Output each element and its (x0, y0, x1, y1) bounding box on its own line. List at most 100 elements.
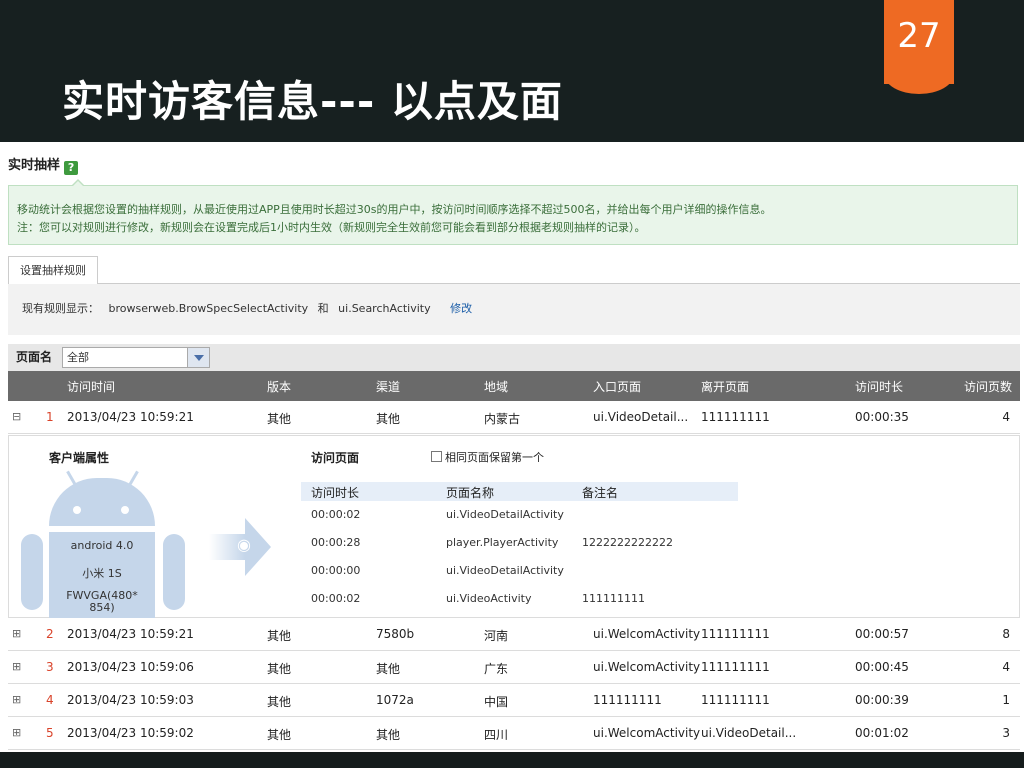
row-time: 2013/04/23 10:59:03 (67, 693, 194, 707)
page-name-select[interactable]: 全部 (62, 347, 210, 368)
row-exit: ui.VideoDetail... (701, 726, 797, 740)
row-entry: ui.WelcomActivity (593, 660, 701, 674)
help-icon[interactable]: ? (64, 161, 79, 175)
rule-a: browserweb.BrowSpecSelectActivity (108, 302, 309, 315)
row-version: 其他 (267, 728, 292, 742)
row-pages: 4 (1002, 660, 1010, 674)
row-index: 3 (46, 660, 54, 674)
row-time: 2013/04/23 10:59:02 (67, 726, 194, 740)
row-pages: 1 (1002, 693, 1010, 707)
expand-icon[interactable]: ⊞ (12, 726, 21, 739)
row-entry: ui.WelcomActivity (593, 726, 701, 740)
row-exit: 111111111 (701, 693, 770, 707)
android-head (49, 478, 155, 526)
row-version: 其他 (267, 662, 292, 676)
page-name-select-value: 全部 (67, 351, 89, 364)
visit-duration: 00:00:02 (311, 508, 361, 521)
row-index: 1 (46, 410, 54, 424)
visit-duration: 00:00:00 (311, 564, 361, 577)
row-duration: 00:00:39 (855, 693, 909, 707)
section-title: 实时抽样? (8, 154, 79, 175)
expand-icon[interactable]: ⊞ (12, 693, 21, 706)
visit-duration: 00:00:02 (311, 592, 361, 605)
info-line-1: 移动统计会根据您设置的抽样规则，从最近使用过APP且使用时长超过30s的用户中，… (17, 203, 772, 216)
row-exit: 111111111 (701, 410, 770, 424)
table-row[interactable]: ⊞ 5 2013/04/23 10:59:02 其他 其他 四川 ui.Welc… (8, 717, 1020, 750)
row-index: 2 (46, 627, 54, 641)
table-row[interactable]: ⊞ 2 2013/04/23 10:59:21 其他 7580b 河南 ui.W… (8, 618, 1020, 651)
filter-label: 页面名 (16, 350, 53, 364)
col-duration[interactable]: 访问时长 (855, 378, 903, 395)
visit-row: 00:00:02 ui.VideoDetailActivity (301, 508, 738, 528)
col-entry-page[interactable]: 入口页面 (593, 378, 641, 395)
keep-first-option[interactable]: 相同页面保留第一个 (431, 449, 544, 465)
arrow-right-icon: ◉ (209, 518, 273, 578)
row-region: 内蒙古 (484, 412, 521, 426)
table-row[interactable]: ⊟ 1 2013/04/23 10:59:21 其他 其他 内蒙古 ui.Vid… (8, 401, 1020, 434)
expand-icon[interactable]: ⊞ (12, 660, 21, 673)
visit-page: ui.VideoDetailActivity (446, 564, 564, 577)
page-filter-bar: 页面名 全部 (8, 344, 1020, 371)
client-attributes-title: 客户端属性 (49, 451, 110, 465)
sampling-screenshot: 实时抽样? 移动统计会根据您设置的抽样规则，从最近使用过APP且使用时长超过30… (0, 142, 1024, 752)
visit-col-page: 页面名称 (446, 486, 495, 500)
row-time: 2013/04/23 10:59:21 (67, 627, 194, 641)
row-index: 4 (46, 693, 54, 707)
tab-sampling-rules[interactable]: 设置抽样规则 (8, 256, 98, 284)
table-row[interactable]: ⊞ 4 2013/04/23 10:59:03 其他 1072a 中国 1111… (8, 684, 1020, 717)
table-row[interactable]: ⊞ 3 2013/04/23 10:59:06 其他 其他 广东 ui.Welc… (8, 651, 1020, 684)
chevron-down-icon[interactable] (187, 348, 209, 367)
expand-icon[interactable]: ⊞ (12, 627, 21, 640)
row-entry: ui.VideoDetail... (593, 410, 689, 424)
col-version[interactable]: 版本 (267, 378, 291, 395)
eye-left (73, 506, 81, 514)
visit-page: ui.VideoActivity (446, 592, 532, 605)
visit-row: 00:00:02 ui.VideoActivity 111111111 (301, 592, 738, 612)
visit-row: 00:00:28 player.PlayerActivity 122222222… (301, 536, 738, 556)
col-channel[interactable]: 渠道 (376, 378, 400, 395)
col-page-count[interactable]: 访问页数 (964, 378, 1012, 395)
row-region: 河南 (484, 629, 509, 643)
row-channel: 其他 (376, 412, 401, 426)
row-index: 5 (46, 726, 54, 740)
row-duration: 00:01:02 (855, 726, 909, 740)
col-exit-page[interactable]: 离开页面 (701, 378, 749, 395)
row-entry: ui.WelcomActivity (593, 627, 701, 641)
row-version: 其他 (267, 629, 292, 643)
wifi-icon: ◉ (237, 535, 251, 554)
row-region: 四川 (484, 728, 509, 742)
visit-note: 111111111 (582, 592, 645, 605)
info-line-2: 注：您可以对规则进行修改，新规则会在设置完成后1小时内生效（新规则完全生效前您可… (17, 221, 646, 234)
visit-pages-title: 访问页面 (311, 451, 360, 465)
current-rules-label: 现有规则显示： (22, 302, 99, 315)
keep-first-checkbox[interactable] (431, 451, 442, 462)
row-pages: 3 (1002, 726, 1010, 740)
keep-first-label: 相同页面保留第一个 (445, 451, 544, 464)
edit-rules-link[interactable]: 修改 (450, 302, 472, 315)
page-number: 27 (897, 16, 941, 56)
info-notice: 移动统计会根据您设置的抽样规则，从最近使用过APP且使用时长超过30s的用户中，… (8, 179, 1018, 245)
slide-header: 实时访客信息--- 以点及面 27 (0, 0, 1024, 142)
col-region[interactable]: 地域 (484, 378, 508, 395)
row-version: 其他 (267, 695, 292, 709)
row-channel: 7580b (376, 627, 415, 641)
row-channel: 其他 (376, 728, 401, 742)
visit-table-header: 访问时长 页面名称 备注名 (301, 482, 738, 501)
row-duration: 00:00:35 (855, 410, 909, 424)
col-visit-time[interactable]: 访问时间 (67, 378, 115, 395)
client-device: 小米 1S (82, 567, 122, 580)
row-exit: 111111111 (701, 627, 770, 641)
visit-page: player.PlayerActivity (446, 536, 559, 549)
row-region: 广东 (484, 662, 509, 676)
collapse-icon[interactable]: ⊟ (12, 410, 21, 423)
visit-col-duration: 访问时长 (311, 486, 360, 500)
rule-b: ui.SearchActivity (338, 302, 431, 315)
section-title-text: 实时抽样 (8, 158, 61, 173)
client-os: android 4.0 (70, 539, 134, 552)
row-exit: 111111111 (701, 660, 770, 674)
eye-right (121, 506, 129, 514)
row-version: 其他 (267, 412, 292, 426)
client-resolution: FWVGA(480*854) (66, 589, 138, 614)
row-channel: 1072a (376, 693, 414, 707)
row-channel: 其他 (376, 662, 401, 676)
